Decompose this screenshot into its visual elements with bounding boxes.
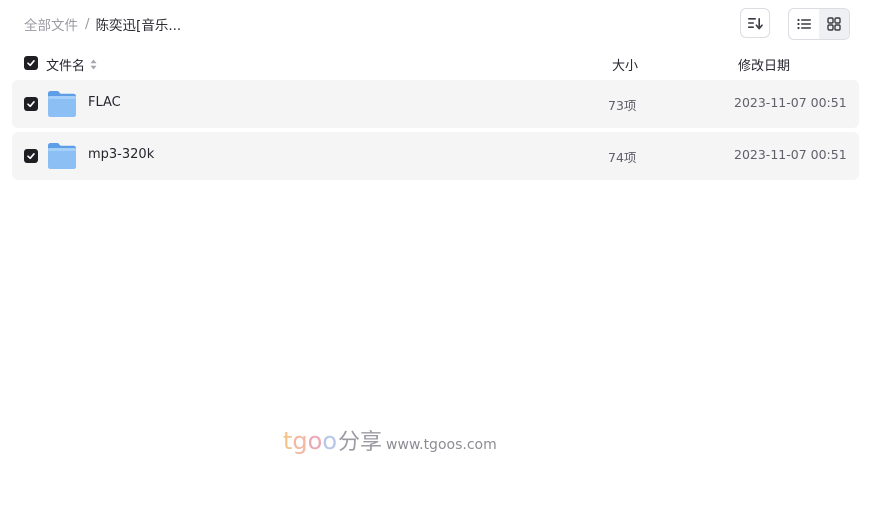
file-browser: 全部文件 / 陈奕迅[音乐... 文件名 大小 修改日期 FLAC 73项 20… [0,0,874,514]
file-name[interactable]: mp3-320k [88,147,154,162]
list-view-button[interactable] [789,9,819,39]
watermark-letter: t [283,427,293,455]
check-icon [27,101,35,108]
breadcrumb-root-link[interactable]: 全部文件 [24,14,78,34]
column-header-size[interactable]: 大小 [612,55,638,74]
list-view-icon [797,18,811,30]
file-size: 73项 [608,98,637,113]
check-icon [27,60,35,67]
watermark: t g o o 分享 www.tgoos.com [283,424,497,456]
table-header: 文件名 大小 修改日期 [24,54,860,74]
table-row[interactable]: mp3-320k 74项 2023-11-07 00:51 [12,132,859,180]
watermark-letter: o [322,427,338,455]
row-checkbox[interactable] [24,97,38,111]
breadcrumb-separator: / [85,16,90,32]
column-header-name-label: 文件名 [46,59,86,74]
folder-icon [48,143,76,169]
view-toggle [788,8,850,40]
file-date: 2023-11-07 00:51 [734,95,847,110]
watermark-letter: g [292,427,308,455]
watermark-text: 分享 [338,430,383,455]
select-all-checkbox[interactable] [24,56,38,70]
sort-icon [748,18,763,30]
column-header-name[interactable]: 文件名 [46,55,97,74]
table-row[interactable]: FLAC 73项 2023-11-07 00:51 [12,80,859,128]
watermark-url: www.tgoos.com [386,437,497,453]
breadcrumb-current: 陈奕迅[音乐... [95,18,182,34]
file-size: 74项 [608,150,637,165]
row-checkbox[interactable] [24,149,38,163]
breadcrumb: 全部文件 / 陈奕迅[音乐... [24,13,181,35]
file-date: 2023-11-07 00:51 [734,147,847,162]
file-name[interactable]: FLAC [88,95,121,110]
file-list: FLAC 73项 2023-11-07 00:51 mp3-320k 74项 2… [12,80,859,184]
column-header-date[interactable]: 修改日期 [738,55,790,74]
folder-icon [48,91,76,117]
check-icon [27,153,35,160]
watermark-letter: o [307,427,323,455]
sort-arrows-icon [90,59,97,70]
grid-view-icon [827,17,841,31]
sort-button[interactable] [740,8,770,38]
grid-view-button[interactable] [819,9,849,39]
